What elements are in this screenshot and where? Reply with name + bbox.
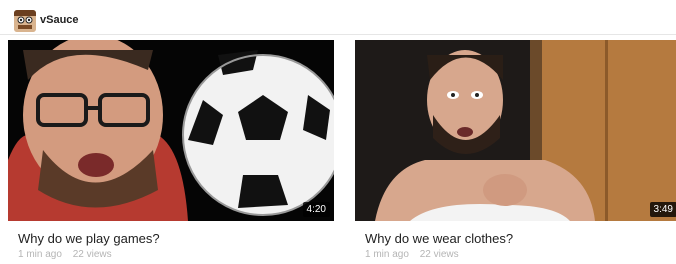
video-title[interactable]: Why do we wear clothes? bbox=[365, 231, 676, 246]
channel-header: vSauce bbox=[0, 0, 676, 35]
video-age: 1 min ago bbox=[18, 249, 62, 260]
video-age: 1 min ago bbox=[365, 249, 409, 260]
video-duration: 3:49 bbox=[649, 202, 676, 217]
video-thumbnail[interactable]: 4:20 bbox=[8, 40, 334, 221]
video-thumbnail[interactable]: 3:49 bbox=[355, 40, 676, 221]
video-title[interactable]: Why do we play games? bbox=[18, 231, 334, 246]
video-card[interactable]: 3:49 Why do we wear clothes? 1 min ago 2… bbox=[355, 40, 676, 260]
video-views: 22 views bbox=[72, 249, 112, 260]
video-duration: 4:20 bbox=[302, 202, 330, 217]
channel-name[interactable]: vSauce bbox=[40, 14, 79, 26]
video-meta: 1 min ago 22 views bbox=[18, 249, 334, 260]
video-meta: 1 min ago 22 views bbox=[365, 249, 676, 260]
channel-avatar[interactable] bbox=[14, 10, 36, 32]
channel-video-feed: vSauce 4:20 Why do we play games? 1 min … bbox=[0, 0, 676, 264]
video-views: 22 views bbox=[419, 249, 459, 260]
video-card[interactable]: 4:20 Why do we play games? 1 min ago 22 … bbox=[8, 40, 334, 260]
